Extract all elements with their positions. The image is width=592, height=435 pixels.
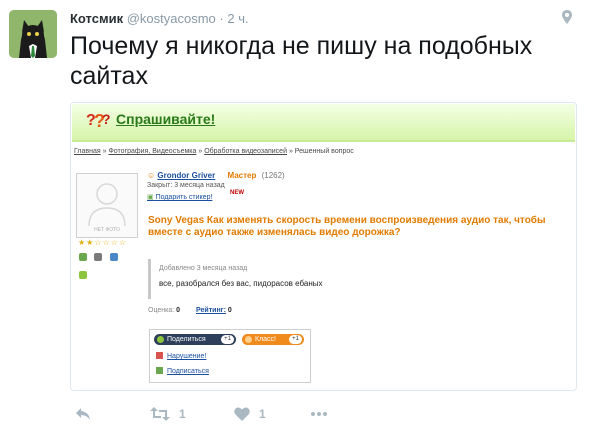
site-title: Спрашивайте! [116, 111, 216, 127]
badge-icon [94, 253, 103, 261]
subscribe-label: Подписаться [167, 368, 209, 375]
badge-icon [79, 253, 87, 261]
rating-line: Оценка: 0 Рейтинг: 0 [148, 307, 232, 314]
reply-icon [76, 408, 90, 420]
user-score: (1262) [261, 171, 285, 180]
klass-count: +1 [289, 335, 302, 344]
user-rank: Мастер [227, 171, 257, 180]
breadcrumb: Главная » Фотография, Видеосъемка » Обра… [74, 148, 354, 155]
cat-avatar-icon[interactable] [9, 10, 57, 58]
answer-text: все, разобрался без вас, пидорасов ебаны… [159, 279, 323, 288]
retweet-count: 1 [179, 407, 186, 421]
location-pin-icon[interactable] [562, 10, 572, 24]
user-icon: ☺ [147, 171, 156, 180]
retweet-icon [150, 407, 170, 421]
klass-icon [245, 336, 252, 343]
breadcrumb-separator: » [198, 148, 203, 155]
answer-block: Добавлено 3 месяца назад все, разобрался… [148, 259, 411, 299]
user-badges [79, 248, 135, 279]
subscribe-icon [156, 367, 163, 374]
breadcrumb-item: Главная [74, 148, 101, 155]
user-name: Grondor Griver [157, 171, 216, 180]
tweet-text: Почему я никогда не пишу на подобных сай… [70, 32, 533, 90]
question-marks-logo-icon: ? ? ? [86, 109, 111, 131]
closed-time: Закрыт: 3 месяца назад [147, 182, 225, 189]
share-icon [157, 336, 164, 343]
rating-link: Рейтинг: [196, 307, 226, 314]
gift-sticker-label: Подарить стикер! [155, 194, 213, 201]
question-title: Sony Vegas Как изменять скорость времени… [148, 215, 546, 238]
new-badge: NEW [230, 190, 244, 196]
retweet-button[interactable]: 1 [150, 404, 186, 424]
breadcrumb-separator: » [102, 148, 107, 155]
heart-icon [234, 407, 250, 421]
breadcrumb-item: Обработка видеозаписей [204, 148, 287, 155]
report-violation-link: Нарушение! [156, 352, 206, 360]
rating-label: Оценка: [148, 307, 175, 314]
author-name[interactable]: Котсмик [70, 11, 123, 26]
more-button[interactable] [310, 404, 328, 424]
attached-image[interactable]: ? ? ? Спрашивайте! Главная » Фотография,… [70, 102, 577, 391]
breadcrumb-separator: » [288, 148, 293, 155]
tweet-header: Котсмик @kostyacosmo · 2 ч. [70, 11, 249, 26]
author-handle[interactable]: @kostyacosmo [127, 11, 216, 26]
rating-link-value: 0 [227, 307, 232, 314]
subscribe-link: Подписаться [156, 367, 209, 375]
gift-sticker-link: ▣ Подарить стикер! [147, 193, 212, 201]
tweet-time[interactable]: 2 ч. [227, 11, 248, 26]
like-count: 1 [259, 407, 266, 421]
svg-text:?: ? [102, 111, 110, 127]
rating-value: 0 [176, 307, 181, 314]
user-photo-placeholder: НЕТ ФОТО [76, 173, 138, 238]
badge-icon [79, 271, 87, 279]
share-box: Поделиться +1 Класс! +1 Нарушение! Подпи… [149, 329, 311, 383]
user-stars: ★★☆☆☆☆ [78, 238, 128, 247]
tweet: Котсмик @kostyacosmo · 2 ч. Почему я ник… [0, 0, 592, 435]
reply-button[interactable] [75, 404, 91, 424]
klass-button: Класс! +1 [242, 334, 304, 345]
breadcrumb-item: Фотография, Видеосъемка [108, 148, 197, 155]
user-info: ☺ Grondor Griver Мастер (1262) [147, 171, 285, 180]
badge-icon [109, 253, 118, 261]
share-count: +1 [221, 335, 234, 344]
site-header: ? ? ? Спрашивайте! [72, 104, 575, 142]
like-button[interactable]: 1 [234, 404, 266, 424]
klass-label: Класс! [255, 336, 276, 343]
header-separator: · [219, 11, 224, 26]
share-label: Поделиться [167, 336, 206, 343]
share-button: Поделиться +1 [154, 334, 236, 345]
warning-icon [156, 352, 163, 359]
answer-added-time: Добавлено 3 месяца назад [159, 265, 248, 272]
photo-caption: НЕТ ФОТО [94, 227, 120, 233]
violation-label: Нарушение! [167, 353, 207, 360]
gift-icon: ▣ [147, 194, 154, 201]
more-dots-icon [311, 412, 327, 416]
breadcrumb-item: Решенный вопрос [294, 148, 354, 155]
tweet-actions: 1 1 [70, 404, 570, 424]
